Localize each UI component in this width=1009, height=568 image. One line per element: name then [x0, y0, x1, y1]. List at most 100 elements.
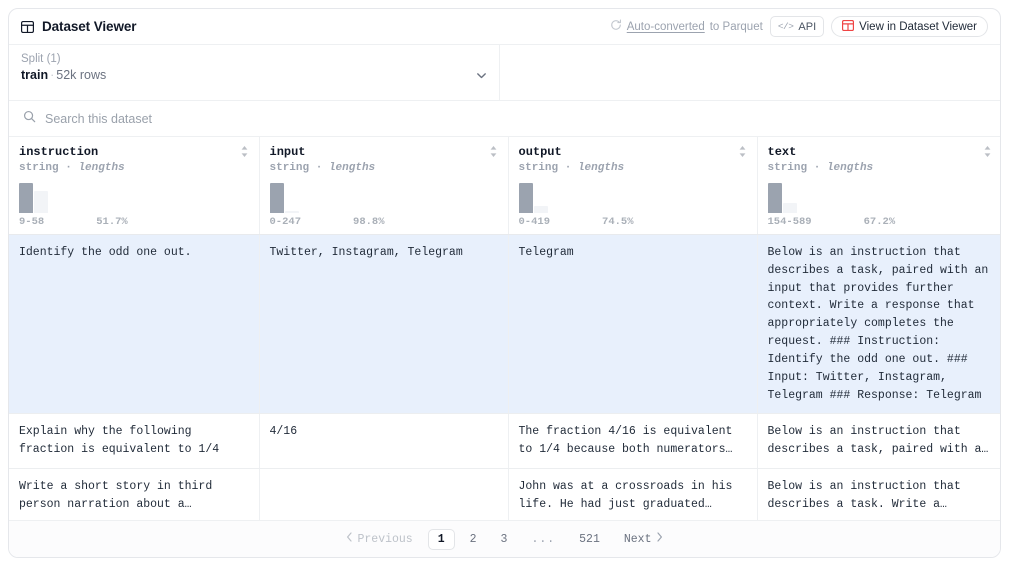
- table-cell-input[interactable]: [259, 468, 509, 520]
- histogram-bar: [518, 183, 533, 213]
- view-in-dataset-viewer-button[interactable]: View in Dataset Viewer: [831, 16, 988, 37]
- view-in-dataset-viewer-label: View in Dataset Viewer: [859, 20, 977, 33]
- table-cell-input[interactable]: Twitter, Instagram, Telegram: [259, 234, 509, 415]
- table-cell-output[interactable]: The fraction 4/16 is equivalent to 1/4 b…: [508, 413, 758, 469]
- histogram-bar: [284, 211, 299, 213]
- column-header-output[interactable]: output string · lengths 0-419 74.5%: [508, 137, 758, 235]
- histogram-bar: [767, 183, 782, 213]
- column-header-instruction[interactable]: instruction string · lengths 9-58 51.7%: [9, 137, 260, 235]
- table-row[interactable]: Write a short story in third person narr…: [9, 468, 1000, 520]
- search-bar[interactable]: [9, 101, 1000, 137]
- histogram-footer: 0-247 98.8%: [270, 216, 498, 228]
- refresh-icon: [610, 19, 622, 34]
- histogram-bar: [34, 191, 48, 213]
- pagination-last-page[interactable]: 521: [570, 530, 609, 549]
- column-type-separator: ·: [65, 162, 72, 174]
- histogram-percent: 67.2%: [863, 216, 896, 228]
- sort-updown-icon[interactable]: [983, 145, 992, 158]
- table-cell-input[interactable]: 4/16: [259, 413, 509, 469]
- table-cell-output[interactable]: John was at a crossroads in his life. He…: [508, 468, 758, 520]
- column-type-separator: ·: [315, 162, 323, 174]
- histogram-range: 154-589: [767, 216, 812, 228]
- histogram-footer: 0-419 74.5%: [519, 216, 747, 228]
- dataset-table: instruction string · lengths 9-58 51.7% …: [9, 137, 1000, 520]
- table-row[interactable]: Identify the odd one out. Twitter, Insta…: [9, 234, 1000, 415]
- page-title-label: Dataset Viewer: [42, 19, 137, 34]
- page-title: Dataset Viewer: [20, 19, 137, 34]
- dataset-table-container[interactable]: instruction string · lengths 9-58 51.7% …: [9, 137, 1000, 520]
- table-row[interactable]: Explain why the following fraction is eq…: [9, 413, 1000, 469]
- table-cell-text[interactable]: Below is an instruction that describes a…: [757, 468, 1000, 520]
- table-cell-text[interactable]: Below is an instruction that describes a…: [757, 413, 1000, 469]
- table-body: Identify the odd one out. Twitter, Insta…: [9, 234, 1000, 520]
- api-button[interactable]: </> API: [769, 16, 825, 37]
- column-type-name: string: [269, 162, 310, 174]
- auto-converted-notice[interactable]: Auto-converted to Parquet: [610, 19, 763, 34]
- split-bar: Split (1) train · 52k rows: [9, 45, 1000, 101]
- column-type-name: string: [767, 162, 808, 174]
- table-cell-instruction[interactable]: Write a short story in third person narr…: [9, 468, 260, 520]
- histogram-range: 0-247: [269, 216, 302, 228]
- table-header-row: instruction string · lengths 9-58 51.7% …: [9, 137, 1000, 235]
- pagination-page-3[interactable]: 3: [492, 530, 517, 549]
- column-subtype: lengths: [577, 162, 625, 174]
- grid-table-icon: [842, 19, 855, 34]
- column-subtype: lengths: [826, 162, 874, 174]
- sort-updown-icon[interactable]: [240, 145, 249, 158]
- pagination-previous-label: Previous: [357, 532, 413, 546]
- chevron-left-icon: [346, 532, 353, 546]
- histogram-bar: [533, 206, 548, 213]
- sort-updown-icon[interactable]: [489, 145, 498, 158]
- column-type-separator: ·: [813, 162, 821, 174]
- split-name: train: [21, 68, 49, 82]
- column-name: instruction: [19, 145, 99, 159]
- chevron-down-icon: [475, 69, 487, 81]
- viewer-header: Dataset Viewer Auto-converted to Parquet…: [9, 9, 1000, 45]
- split-value: train · 52k rows: [21, 68, 106, 82]
- histogram-bar: [782, 203, 797, 213]
- dataset-viewer-panel: Dataset Viewer Auto-converted to Parquet…: [8, 8, 1001, 558]
- column-type: string · lengths: [768, 162, 993, 174]
- split-selector[interactable]: Split (1) train · 52k rows: [9, 45, 500, 100]
- column-header-text[interactable]: text string · lengths 154-589 67.2%: [757, 137, 1000, 235]
- column-histogram: [518, 183, 747, 213]
- column-histogram: [19, 183, 249, 213]
- chevron-right-icon: [656, 532, 663, 546]
- split-rows: 52k rows: [56, 68, 107, 82]
- pagination: Previous 1 2 3 ... 521 Next: [9, 520, 1000, 557]
- table-cell-instruction[interactable]: Explain why the following fraction is eq…: [9, 413, 260, 469]
- column-header-input[interactable]: input string · lengths 0-247 98.8%: [259, 137, 509, 235]
- table-cell-output[interactable]: Telegram: [508, 234, 758, 415]
- histogram-range: 0-419: [518, 216, 551, 228]
- column-histogram: [767, 183, 993, 213]
- search-icon: [23, 110, 36, 128]
- column-type: string · lengths: [270, 162, 498, 174]
- histogram-bar: [269, 183, 284, 213]
- grid-table-icon: [20, 20, 35, 33]
- table-cell-text[interactable]: Below is an instruction that describes a…: [757, 234, 1000, 415]
- histogram-percent: 74.5%: [602, 216, 634, 228]
- header-actions: Auto-converted to Parquet </> API View i…: [610, 16, 988, 37]
- pagination-ellipsis: ...: [531, 532, 556, 546]
- column-type-name: string: [518, 162, 559, 174]
- column-name: text: [767, 145, 797, 159]
- pagination-previous[interactable]: Previous: [337, 529, 422, 549]
- search-input[interactable]: [45, 111, 445, 126]
- histogram-footer: 9-58 51.7%: [19, 216, 249, 228]
- column-name: output: [518, 145, 562, 159]
- sort-updown-icon[interactable]: [738, 145, 747, 158]
- table-cell-instruction[interactable]: Identify the odd one out.: [9, 234, 260, 415]
- column-type-name: string: [19, 162, 59, 174]
- pagination-page-2[interactable]: 2: [461, 530, 486, 549]
- histogram-percent: 51.7%: [96, 216, 128, 228]
- histogram-percent: 98.8%: [353, 216, 385, 228]
- column-type: string · lengths: [19, 162, 249, 174]
- pagination-next[interactable]: Next: [615, 529, 673, 549]
- split-bar-spacer: [500, 45, 1000, 100]
- column-name: input: [269, 145, 306, 159]
- api-button-label: API: [798, 20, 817, 33]
- pagination-page-1[interactable]: 1: [427, 528, 455, 550]
- histogram-footer: 154-589 67.2%: [768, 216, 993, 228]
- auto-converted-link[interactable]: Auto-converted: [627, 21, 705, 33]
- column-type: string · lengths: [519, 162, 747, 174]
